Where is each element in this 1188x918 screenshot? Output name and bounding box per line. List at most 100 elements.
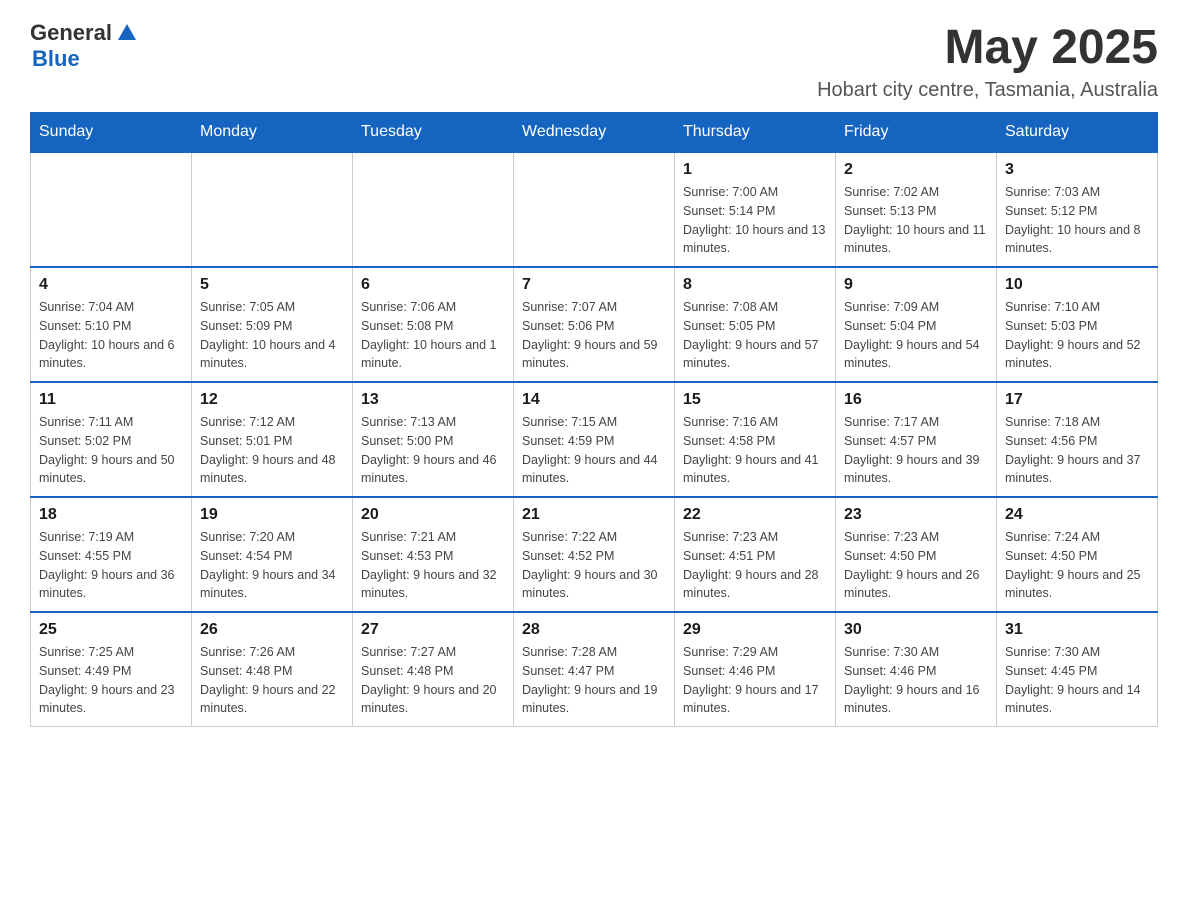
week-row-5: 25 Sunrise: 7:25 AMSunset: 4:49 PMDayligh… [31, 612, 1158, 727]
day-info: Sunrise: 7:00 AMSunset: 5:14 PMDaylight:… [683, 183, 827, 258]
day-info: Sunrise: 7:16 AMSunset: 4:58 PMDaylight:… [683, 413, 827, 488]
page-header: General Blue May 2025 Hobart city centre… [30, 20, 1158, 102]
calendar-cell: 20Sunrise: 7:21 AMSunset: 4:53 PMDayligh… [353, 497, 514, 612]
calendar-cell: 1 Sunrise: 7:00 AMSunset: 5:14 PMDaylight… [675, 152, 836, 267]
col-header-saturday: Saturday [997, 113, 1158, 153]
day-info: Sunrise: 7:12 AMSunset: 5:01 PMDaylight:… [200, 413, 344, 488]
day-info: Sunrise: 7:26 AMSunset: 4:48 PMDaylight:… [200, 643, 344, 718]
calendar-cell: 16 Sunrise: 7:17 AMSunset: 4:57 PMDayligh… [836, 382, 997, 497]
calendar-cell [353, 152, 514, 267]
day-number: 16 [844, 391, 988, 409]
day-number: 26 [200, 621, 344, 639]
title-section: May 2025 Hobart city centre, Tasmania, A… [817, 20, 1158, 102]
day-number: 4 [39, 276, 183, 294]
day-number: 10 [1005, 276, 1149, 294]
logo-triangle-icon [116, 22, 138, 44]
day-info: Sunrise: 7:08 AMSunset: 5:05 PMDaylight:… [683, 298, 827, 373]
calendar-cell: 24 Sunrise: 7:24 AMSunset: 4:50 PMDayligh… [997, 497, 1158, 612]
calendar-cell: 6 Sunrise: 7:06 AMSunset: 5:08 PMDaylight… [353, 267, 514, 382]
day-number: 6 [361, 276, 505, 294]
day-number: 1 [683, 161, 827, 179]
calendar-cell: 26 Sunrise: 7:26 AMSunset: 4:48 PMDayligh… [192, 612, 353, 727]
calendar-cell: 27 Sunrise: 7:27 AMSunset: 4:48 PMDayligh… [353, 612, 514, 727]
calendar-cell: 5 Sunrise: 7:05 AMSunset: 5:09 PMDaylight… [192, 267, 353, 382]
day-info: Sunrise: 7:23 AMSunset: 4:50 PMDaylight:… [844, 528, 988, 603]
col-header-sunday: Sunday [31, 113, 192, 153]
day-info: Sunrise: 7:30 AMSunset: 4:45 PMDaylight:… [1005, 643, 1149, 718]
day-number: 25 [39, 621, 183, 639]
day-number: 29 [683, 621, 827, 639]
day-number: 2 [844, 161, 988, 179]
day-info: Sunrise: 7:23 AMSunset: 4:51 PMDaylight:… [683, 528, 827, 603]
calendar-cell: 3 Sunrise: 7:03 AMSunset: 5:12 PMDaylight… [997, 152, 1158, 267]
calendar-cell: 10 Sunrise: 7:10 AMSunset: 5:03 PMDayligh… [997, 267, 1158, 382]
day-info: Sunrise: 7:17 AMSunset: 4:57 PMDaylight:… [844, 413, 988, 488]
col-header-tuesday: Tuesday [353, 113, 514, 153]
day-number: 22 [683, 506, 827, 524]
day-number: 31 [1005, 621, 1149, 639]
calendar-cell: 12 Sunrise: 7:12 AMSunset: 5:01 PMDayligh… [192, 382, 353, 497]
calendar-cell: 14 Sunrise: 7:15 AMSunset: 4:59 PMDayligh… [514, 382, 675, 497]
day-number: 11 [39, 391, 183, 409]
day-info: Sunrise: 7:11 AMSunset: 5:02 PMDaylight:… [39, 413, 183, 488]
calendar-cell: 25 Sunrise: 7:25 AMSunset: 4:49 PMDayligh… [31, 612, 192, 727]
day-number: 3 [1005, 161, 1149, 179]
calendar-cell: 28 Sunrise: 7:28 AMSunset: 4:47 PMDayligh… [514, 612, 675, 727]
day-number: 7 [522, 276, 666, 294]
calendar-cell: 22 Sunrise: 7:23 AMSunset: 4:51 PMDayligh… [675, 497, 836, 612]
day-info: Sunrise: 7:05 AMSunset: 5:09 PMDaylight:… [200, 298, 344, 373]
day-number: 5 [200, 276, 344, 294]
day-info: Sunrise: 7:06 AMSunset: 5:08 PMDaylight:… [361, 298, 505, 373]
day-info: Sunrise: 7:20 AMSunset: 4:54 PMDaylight:… [200, 528, 344, 603]
day-number: 18 [39, 506, 183, 524]
day-info: Sunrise: 7:04 AMSunset: 5:10 PMDaylight:… [39, 298, 183, 373]
day-info: Sunrise: 7:03 AMSunset: 5:12 PMDaylight:… [1005, 183, 1149, 258]
week-row-2: 4 Sunrise: 7:04 AMSunset: 5:10 PMDaylight… [31, 267, 1158, 382]
day-number: 13 [361, 391, 505, 409]
calendar-cell: 23Sunrise: 7:23 AMSunset: 4:50 PMDayligh… [836, 497, 997, 612]
day-number: 28 [522, 621, 666, 639]
day-info: Sunrise: 7:30 AMSunset: 4:46 PMDaylight:… [844, 643, 988, 718]
day-info: Sunrise: 7:29 AMSunset: 4:46 PMDaylight:… [683, 643, 827, 718]
calendar-cell [192, 152, 353, 267]
col-header-friday: Friday [836, 113, 997, 153]
calendar-cell [514, 152, 675, 267]
day-info: Sunrise: 7:15 AMSunset: 4:59 PMDaylight:… [522, 413, 666, 488]
calendar-cell: 30 Sunrise: 7:30 AMSunset: 4:46 PMDayligh… [836, 612, 997, 727]
calendar-header-row: SundayMondayTuesdayWednesdayThursdayFrid… [31, 113, 1158, 153]
day-number: 20 [361, 506, 505, 524]
calendar-cell: 31 Sunrise: 7:30 AMSunset: 4:45 PMDayligh… [997, 612, 1158, 727]
calendar-cell: 11 Sunrise: 7:11 AMSunset: 5:02 PMDayligh… [31, 382, 192, 497]
calendar-cell: 18Sunrise: 7:19 AMSunset: 4:55 PMDayligh… [31, 497, 192, 612]
month-year-title: May 2025 [817, 20, 1158, 75]
day-info: Sunrise: 7:22 AMSunset: 4:52 PMDaylight:… [522, 528, 666, 603]
logo-general: General [30, 20, 112, 46]
day-number: 24 [1005, 506, 1149, 524]
day-info: Sunrise: 7:24 AMSunset: 4:50 PMDaylight:… [1005, 528, 1149, 603]
day-number: 27 [361, 621, 505, 639]
day-info: Sunrise: 7:13 AMSunset: 5:00 PMDaylight:… [361, 413, 505, 488]
day-number: 12 [200, 391, 344, 409]
day-info: Sunrise: 7:25 AMSunset: 4:49 PMDaylight:… [39, 643, 183, 718]
day-info: Sunrise: 7:10 AMSunset: 5:03 PMDaylight:… [1005, 298, 1149, 373]
calendar-cell [31, 152, 192, 267]
day-number: 9 [844, 276, 988, 294]
day-info: Sunrise: 7:18 AMSunset: 4:56 PMDaylight:… [1005, 413, 1149, 488]
week-row-3: 11 Sunrise: 7:11 AMSunset: 5:02 PMDayligh… [31, 382, 1158, 497]
day-info: Sunrise: 7:28 AMSunset: 4:47 PMDaylight:… [522, 643, 666, 718]
calendar-cell: 7 Sunrise: 7:07 AMSunset: 5:06 PMDaylight… [514, 267, 675, 382]
day-info: Sunrise: 7:02 AMSunset: 5:13 PMDaylight:… [844, 183, 988, 258]
day-number: 14 [522, 391, 666, 409]
day-info: Sunrise: 7:27 AMSunset: 4:48 PMDaylight:… [361, 643, 505, 718]
day-number: 21 [522, 506, 666, 524]
calendar-cell: 13 Sunrise: 7:13 AMSunset: 5:00 PMDayligh… [353, 382, 514, 497]
calendar-cell: 17Sunrise: 7:18 AMSunset: 4:56 PMDayligh… [997, 382, 1158, 497]
day-info: Sunrise: 7:07 AMSunset: 5:06 PMDaylight:… [522, 298, 666, 373]
col-header-monday: Monday [192, 113, 353, 153]
day-number: 19 [200, 506, 344, 524]
day-number: 8 [683, 276, 827, 294]
calendar-cell: 15Sunrise: 7:16 AMSunset: 4:58 PMDayligh… [675, 382, 836, 497]
day-number: 30 [844, 621, 988, 639]
calendar-cell: 29 Sunrise: 7:29 AMSunset: 4:46 PMDayligh… [675, 612, 836, 727]
col-header-thursday: Thursday [675, 113, 836, 153]
